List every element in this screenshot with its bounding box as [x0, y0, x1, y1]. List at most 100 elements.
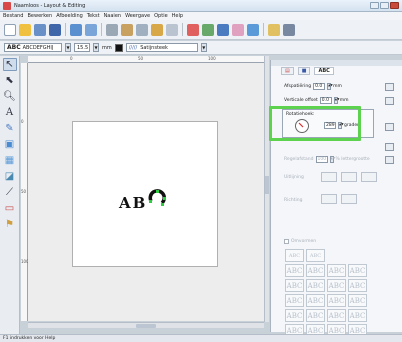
main-toolbar — [0, 20, 402, 40]
align-right-button — [361, 172, 377, 182]
vertical-scrollbar[interactable] — [264, 56, 269, 322]
stitch-icon[interactable] — [232, 23, 244, 36]
menu-file[interactable]: Bestand — [3, 13, 23, 19]
transform-label: Omvormen — [291, 239, 317, 244]
text-style-option: ABC — [327, 264, 346, 277]
ruler-label: 100 — [208, 56, 216, 61]
point-edit-tool-icon[interactable]: ⬉ — [3, 74, 17, 87]
stitch-select[interactable]: ///// Satijnsteek — [125, 43, 198, 52]
text-tool-icon[interactable]: A — [3, 106, 17, 119]
offset-h-icon[interactable] — [385, 83, 394, 91]
font-select[interactable]: ABC ABCDEFGHIJ — [4, 43, 62, 52]
ruler-label: 0 — [21, 119, 24, 124]
settings-icon[interactable] — [247, 23, 259, 36]
offset-h-spinner[interactable]: ▲▼ — [327, 83, 333, 90]
ruler-tool-icon[interactable]: ▭ — [3, 202, 17, 215]
text-style-option: ABC — [327, 279, 346, 292]
menu-edit[interactable]: Bewerken — [27, 13, 52, 19]
chevron-down-icon[interactable]: ▼ — [200, 43, 207, 52]
redo-icon[interactable] — [136, 23, 148, 36]
direction-horizontal-button — [321, 194, 337, 204]
offset-v-icon[interactable] — [385, 97, 394, 105]
menu-help[interactable]: Help — [172, 13, 183, 19]
save-icon[interactable] — [34, 23, 46, 36]
maximize-icon[interactable] — [380, 2, 389, 9]
chevron-down-icon[interactable]: ▼ — [93, 43, 99, 52]
app-icon — [3, 2, 11, 10]
status-text: F1 indrukken voor Help — [3, 336, 56, 341]
text-style-option: ABC — [285, 249, 304, 262]
spacing-spinner: ▲▼ — [329, 156, 335, 163]
ruler-horizontal: 0 50 100 — [28, 56, 264, 63]
copy-icon[interactable] — [85, 23, 97, 36]
rotation-highlight-box — [269, 106, 361, 141]
text-style-option: ABC — [348, 309, 367, 322]
rotated-c-char[interactable] — [147, 188, 167, 208]
offset-h-label: Afspatiëring — [284, 84, 312, 89]
eyedropper-icon[interactable]: ⟋ — [3, 186, 17, 199]
offset-v-spinner[interactable]: ▲▼ — [333, 97, 339, 104]
text-style-option: ABC — [306, 249, 325, 262]
text-style-option: ABC — [285, 309, 304, 322]
size-input[interactable]: 15.5 — [74, 43, 90, 52]
design-canvas[interactable]: A B — [28, 63, 264, 321]
minimize-icon[interactable] — [370, 2, 379, 9]
thread-color-swatch[interactable] — [114, 43, 123, 52]
tab-layout[interactable]: ▤ — [281, 67, 294, 75]
text-style-option: ABC — [285, 279, 304, 292]
tab-text[interactable]: ABC — [314, 67, 334, 75]
size-unit: mm — [102, 44, 112, 51]
wizard-icon[interactable] — [187, 23, 199, 36]
spacing-input: 100 — [315, 156, 328, 163]
design-icon[interactable] — [217, 23, 229, 36]
tab-color[interactable]: ■ — [297, 67, 311, 75]
horizontal-scrollbar[interactable] — [28, 322, 264, 328]
offset-v-input[interactable]: 0.0 — [319, 97, 332, 104]
menu-bar: Bestand Bewerken Afbeelding Tekst Naaien… — [0, 12, 402, 20]
font-sample: ABC — [7, 44, 21, 51]
zoom-icon[interactable] — [166, 23, 178, 36]
text-style-grid: ABC ABC ABC ABC ABC ABC ABC ABC ABC ABC … — [285, 249, 367, 337]
hoop-icon[interactable] — [151, 23, 163, 36]
transform-checkbox — [284, 239, 289, 244]
text-char-b: B — [132, 194, 146, 212]
menu-image[interactable]: Afbeelding — [56, 13, 83, 19]
menu-text[interactable]: Tekst — [87, 13, 100, 19]
align-label: Uitlijning — [284, 175, 304, 180]
fill-tool-icon[interactable]: ▦ — [3, 154, 17, 167]
align-left-button — [321, 172, 337, 182]
paste-icon[interactable] — [106, 23, 118, 36]
ruler-label: 50 — [138, 56, 144, 61]
outline-tool-icon[interactable]: ✎ — [3, 122, 17, 135]
help-icon[interactable] — [268, 23, 280, 36]
zoom-tool-icon[interactable]: 🔍︎ — [3, 90, 17, 103]
menu-option[interactable]: Optie — [154, 13, 168, 19]
offset-h-input[interactable]: 0.0 — [313, 83, 326, 90]
print-icon[interactable] — [49, 23, 61, 36]
text-style-option: ABC — [306, 309, 325, 322]
chevron-down-icon[interactable]: ▼ — [65, 43, 71, 52]
text-style-option: ABC — [348, 294, 367, 307]
brush-tool-icon[interactable]: ◪ — [3, 170, 17, 183]
color-icon[interactable] — [202, 23, 214, 36]
select-tool-icon[interactable]: ↖ — [2, 58, 17, 71]
punch-tool-icon[interactable]: ⚑ — [3, 218, 17, 231]
card-icon[interactable] — [283, 23, 295, 36]
status-bar: F1 indrukken voor Help — [0, 334, 402, 342]
ruler-label: 50 — [21, 189, 27, 194]
design-text[interactable]: A B — [119, 188, 167, 212]
cut-icon[interactable] — [70, 23, 82, 36]
text-toolbar: ABC ABCDEFGHIJ ▼ 15.5 ▼ mm ///// Satijns… — [0, 41, 402, 55]
new-file-icon[interactable] — [4, 23, 16, 36]
shape-tool-icon[interactable]: ▣ — [3, 138, 17, 151]
stitch-pattern-icon: ///// — [128, 44, 138, 51]
rotation-icon[interactable] — [385, 123, 394, 131]
hoop-page: A B — [72, 121, 218, 267]
ruler-label: 0 — [70, 56, 73, 61]
menu-view[interactable]: Weergave — [125, 13, 150, 19]
menu-sew[interactable]: Naaien — [104, 13, 122, 19]
open-icon[interactable] — [19, 23, 31, 36]
direction-vertical-button — [341, 194, 357, 204]
close-icon[interactable] — [390, 2, 399, 9]
undo-icon[interactable] — [121, 23, 133, 36]
